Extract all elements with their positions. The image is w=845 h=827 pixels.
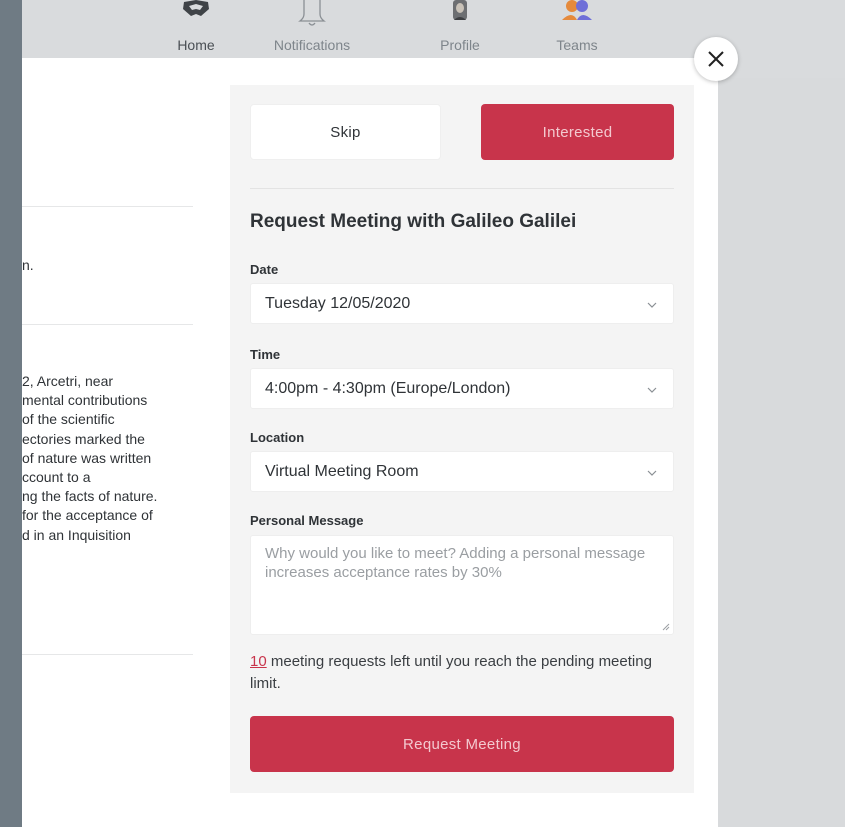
teams-icon [562,0,592,20]
date-value: Tuesday 12/05/2020 [265,295,411,312]
nav-profile-label: Profile [440,37,480,53]
meeting-limit-count[interactable]: 10 [250,653,267,670]
close-icon [708,51,724,67]
message-placeholder: Why would you like to meet? Adding a per… [265,545,646,581]
profile-text-fragment: n. [22,257,34,273]
request-meeting-button[interactable]: Request Meeting [250,716,674,772]
nav-home[interactable]: Home [146,0,246,64]
resize-handle-icon[interactable] [662,623,670,631]
request-meeting-panel: Skip Interested Request Meeting with Gal… [230,85,694,793]
bio-line: for the acceptance of [22,507,153,524]
time-select[interactable]: 4:00pm - 4:30pm (Europe/London) [250,368,674,409]
page-backdrop [718,78,845,827]
chevron-down-icon [647,387,657,393]
divider-line [22,324,193,325]
location-select[interactable]: Virtual Meeting Room [250,451,674,492]
bio-line: d in an Inquisition [22,526,131,543]
nav-notifications-label: Notifications [273,37,351,53]
close-button[interactable] [694,37,738,81]
meeting-limit-notice: 10 meeting requests left until you reach… [250,651,674,695]
profile-bio: 2, Arcetri, near mental contributions of… [22,372,193,545]
bio-line: ectories marked the [22,430,145,447]
bio-line: of nature was written [22,449,152,466]
bell-icon [298,0,326,26]
bio-line: 2, Arcetri, near [22,373,114,389]
profile-content-clipped: n. 2, Arcetri, near mental contributions… [22,58,193,827]
chevron-down-icon [647,470,657,476]
nav-profile[interactable]: Profile [410,0,510,64]
time-label: Time [250,347,281,362]
bio-line: ccount to a [22,469,91,486]
chevron-down-icon [647,302,657,308]
bio-line: ng the facts of nature. [22,488,158,505]
divider-line [22,206,193,207]
meeting-limit-text: meeting requests left until you reach th… [250,653,652,692]
time-value: 4:00pm - 4:30pm (Europe/London) [265,380,511,397]
nav-notifications[interactable]: Notifications [262,0,362,64]
nav-teams-label: Teams [556,37,598,53]
personal-message-field[interactable]: Why would you like to meet? Adding a per… [250,535,674,635]
location-label: Location [250,430,305,445]
date-select[interactable]: Tuesday 12/05/2020 [250,283,674,324]
message-label: Personal Message [250,513,364,528]
handshake-icon [183,0,209,16]
skip-button[interactable]: Skip [250,104,441,160]
form-title: Request Meeting with Galileo Galilei [250,211,577,232]
profile-avatar-icon [453,0,467,20]
bio-line: mental contributions [22,392,148,409]
location-value: Virtual Meeting Room [265,463,419,480]
nav-teams[interactable]: Teams [527,0,627,64]
bio-line: of the scientific [22,411,115,428]
divider-line [22,654,193,655]
nav-home-label: Home [177,37,215,53]
interested-button[interactable]: Interested [481,104,674,160]
form-divider [250,188,674,189]
date-label: Date [250,262,279,277]
